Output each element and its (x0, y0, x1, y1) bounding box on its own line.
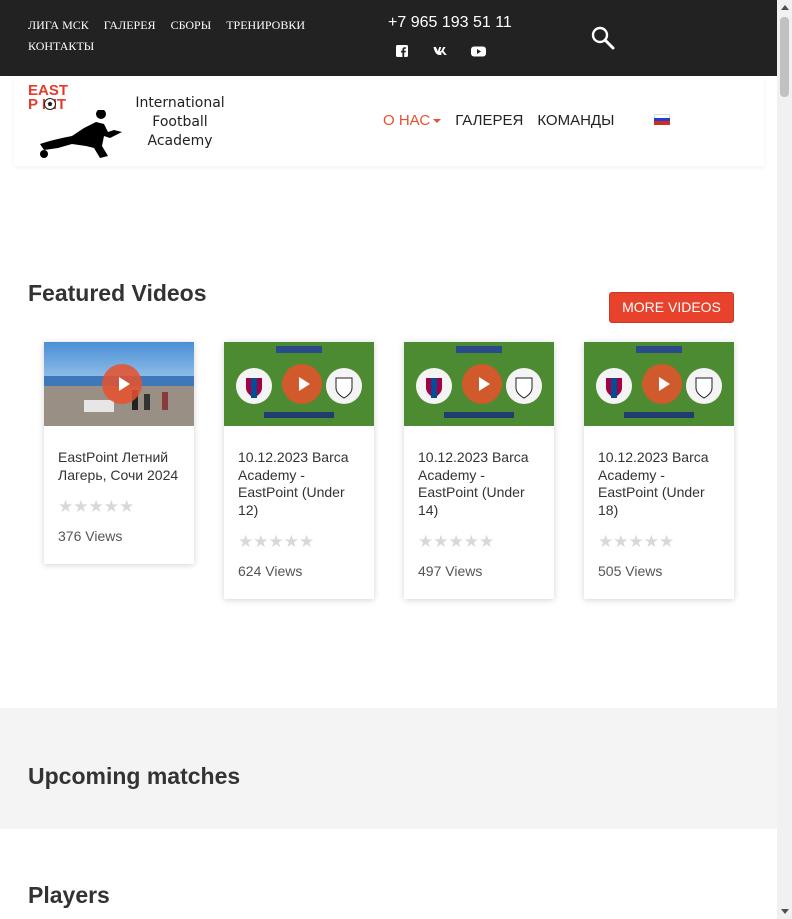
facebook-icon[interactable] (394, 42, 410, 60)
logo-text: International Football Academy (135, 95, 225, 149)
video-card[interactable]: 10.12.2023 Barca Academy - EastPoint (Un… (224, 342, 374, 599)
logo-ball-icon (44, 98, 56, 110)
logo-player-icon (40, 110, 122, 158)
rating-stars[interactable]: ★★★★★ (598, 533, 720, 550)
play-icon[interactable] (102, 364, 142, 404)
social-links (394, 42, 486, 60)
main-nav-about[interactable]: О НАС (383, 112, 442, 129)
search-icon[interactable] (590, 25, 616, 51)
players-title: Players (28, 882, 110, 908)
scroll-down-arrow-icon[interactable] (781, 909, 789, 914)
vertical-scrollbar[interactable] (777, 0, 792, 919)
video-title[interactable]: 10.12.2023 Barca Academy - EastPoint (Un… (598, 449, 720, 519)
main-nav: О НАС ГАЛЕРЕЯ КОМАНДЫ (383, 112, 614, 129)
video-title[interactable]: 10.12.2023 Barca Academy - EastPoint (Un… (418, 449, 540, 519)
video-thumbnail[interactable] (404, 342, 554, 426)
video-title[interactable]: EastPoint Летний Лагерь, Сочи 2024 (58, 449, 180, 484)
video-thumbnail[interactable] (584, 342, 734, 426)
video-thumbnail[interactable] (224, 342, 374, 426)
top-nav-camps[interactable]: СБОРЫ (171, 15, 212, 36)
featured-videos-title: Featured Videos (28, 280, 207, 306)
page: ЛИГА МСК ГАЛЕРЕЯ СБОРЫ ТРЕНИРОВКИ КОНТАКТЫ +… (0, 0, 777, 919)
view-count: 497 Views (418, 563, 483, 579)
top-nav-contacts[interactable]: КОНТАКТЫ (28, 36, 94, 57)
caret-down-icon (433, 119, 442, 124)
top-nav: ЛИГА МСК ГАЛЕРЕЯ СБОРЫ ТРЕНИРОВКИ КОНТАКТЫ (28, 15, 328, 57)
rating-stars[interactable]: ★★★★★ (58, 498, 180, 515)
rating-stars[interactable]: ★★★★★ (238, 533, 360, 550)
russian-flag-icon[interactable] (654, 114, 670, 125)
video-card[interactable]: 10.12.2023 Barca Academy - EastPoint (Un… (404, 342, 554, 599)
play-icon[interactable] (462, 364, 502, 404)
main-nav-teams[interactable]: КОМАНДЫ (537, 112, 614, 129)
top-nav-gallery[interactable]: ГАЛЕРЕЯ (104, 15, 156, 36)
main-nav-gallery[interactable]: ГАЛЕРЕЯ (455, 112, 523, 129)
video-card[interactable]: EastPoint Летний Лагерь, Сочи 2024 ★★★★★… (44, 342, 194, 564)
play-icon[interactable] (642, 364, 682, 404)
view-count: 624 Views (238, 563, 303, 579)
rating-stars[interactable]: ★★★★★ (418, 533, 540, 550)
site-logo[interactable]: EAST P INT International Football Academ… (28, 83, 238, 160)
phone-number[interactable]: +7 965 193 51 11 (388, 14, 512, 32)
upcoming-matches-title: Upcoming matches (28, 763, 241, 789)
site-header: EAST P INT International Football Academ… (14, 76, 764, 166)
more-videos-button[interactable]: MORE VIDEOS (609, 292, 734, 323)
vk-icon[interactable] (432, 42, 448, 60)
upcoming-matches-section: Upcoming matches (0, 708, 777, 829)
view-count: 505 Views (598, 563, 663, 579)
scrollbar-thumb[interactable] (780, 17, 789, 97)
video-card[interactable]: 10.12.2023 Barca Academy - EastPoint (Un… (584, 342, 734, 599)
play-icon[interactable] (282, 364, 322, 404)
top-nav-league[interactable]: ЛИГА МСК (28, 15, 89, 36)
top-nav-trainings[interactable]: ТРЕНИРОВКИ (226, 15, 305, 36)
scroll-up-arrow-icon[interactable] (781, 5, 789, 10)
view-count: 376 Views (58, 528, 123, 544)
video-title[interactable]: 10.12.2023 Barca Academy - EastPoint (Un… (238, 449, 360, 519)
youtube-icon[interactable] (470, 42, 486, 60)
top-bar: ЛИГА МСК ГАЛЕРЕЯ СБОРЫ ТРЕНИРОВКИ КОНТАКТЫ +… (0, 0, 777, 76)
video-thumbnail[interactable] (44, 342, 194, 426)
